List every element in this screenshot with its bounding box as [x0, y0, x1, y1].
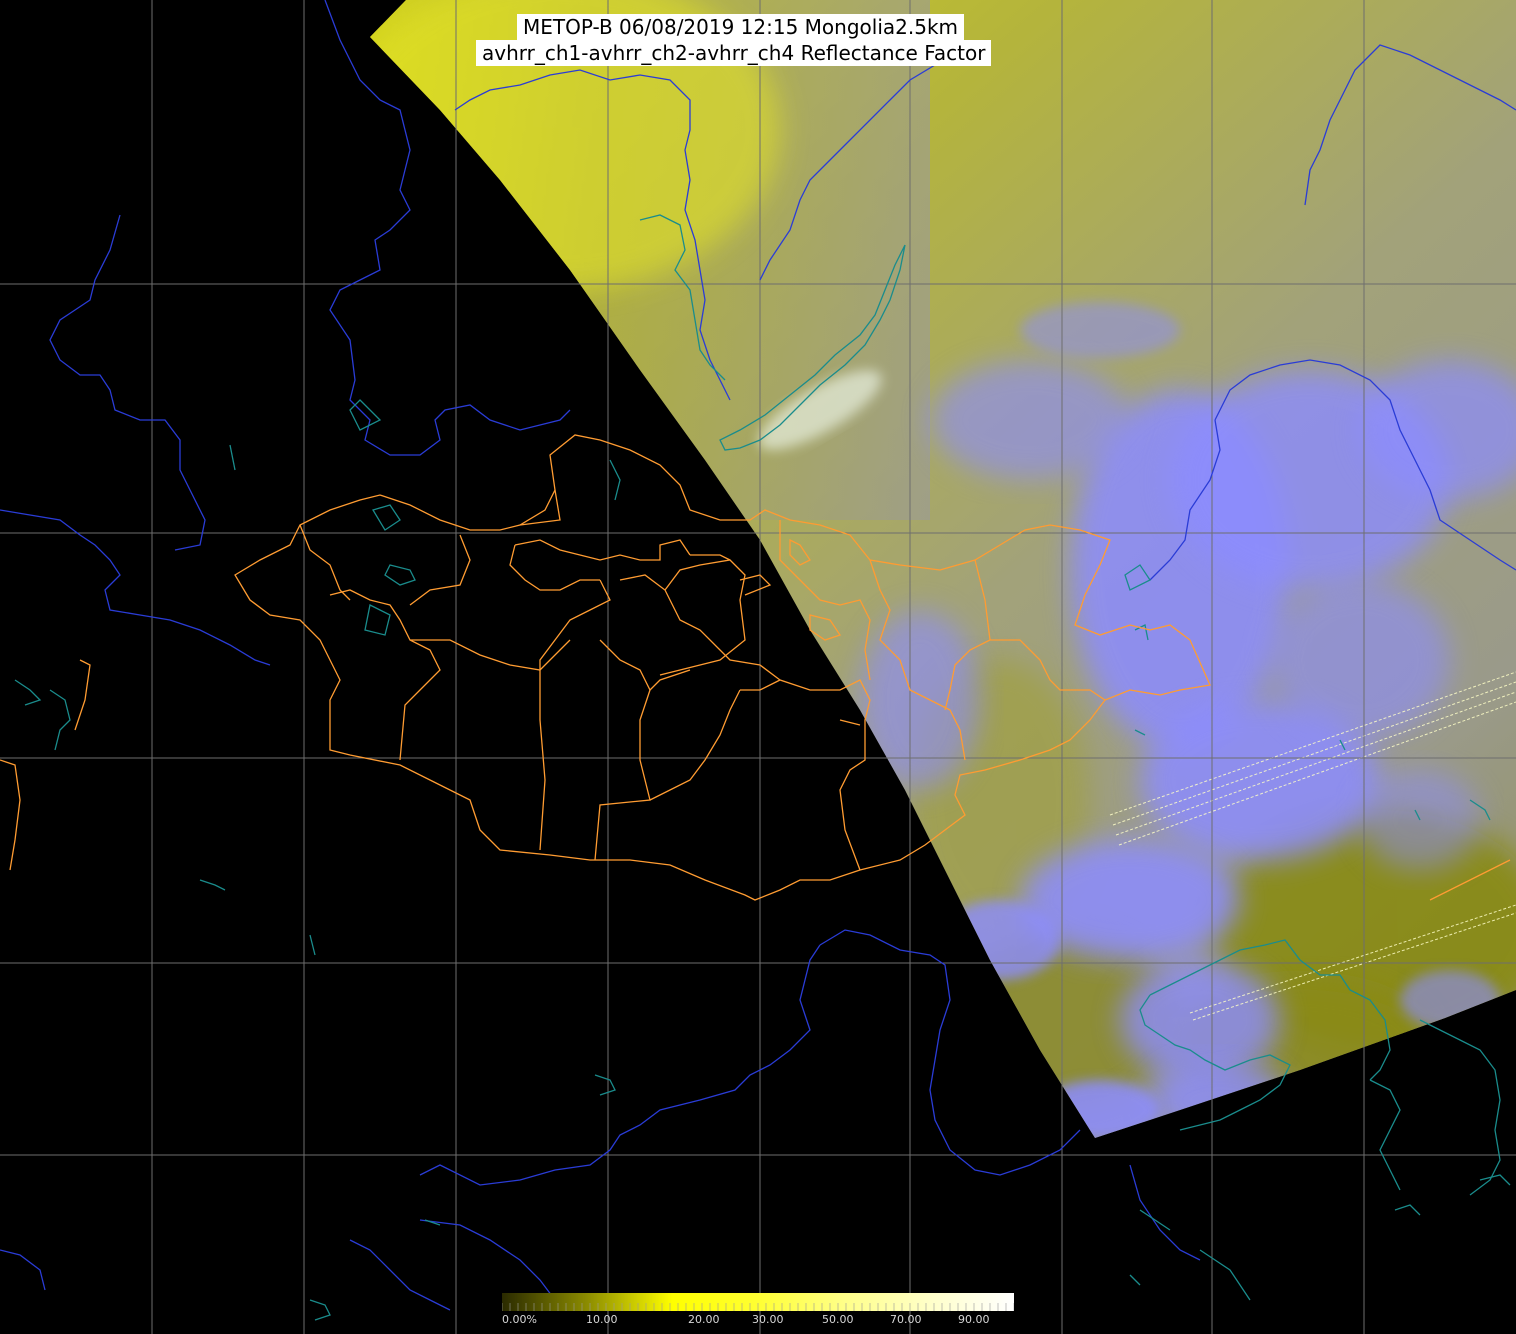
colorbar-label: 90.00 — [958, 1313, 990, 1326]
colorbar-label: 0.00% — [502, 1313, 537, 1326]
map-subtitle: avhrr_ch1-avhrr_ch2-avhrr_ch4 Reflectanc… — [476, 40, 992, 66]
colorbar-label: 30.00 — [752, 1313, 784, 1326]
colorbar-label: 20.00 — [688, 1313, 720, 1326]
colorbar — [502, 1293, 1014, 1311]
swath-imagery — [370, 0, 1516, 1138]
colorbar-labels: 0.00% 10.00 20.00 30.00 50.00 70.00 90.0… — [502, 1311, 1014, 1331]
map-title: METOP-B 06/08/2019 12:15 Mongolia2.5km — [517, 14, 965, 40]
satellite-map — [0, 0, 1516, 1334]
colorbar-label: 10.00 — [586, 1313, 618, 1326]
colorbar-label: 70.00 — [890, 1313, 922, 1326]
colorbar-label: 50.00 — [822, 1313, 854, 1326]
cloud-masses — [860, 302, 1516, 1138]
